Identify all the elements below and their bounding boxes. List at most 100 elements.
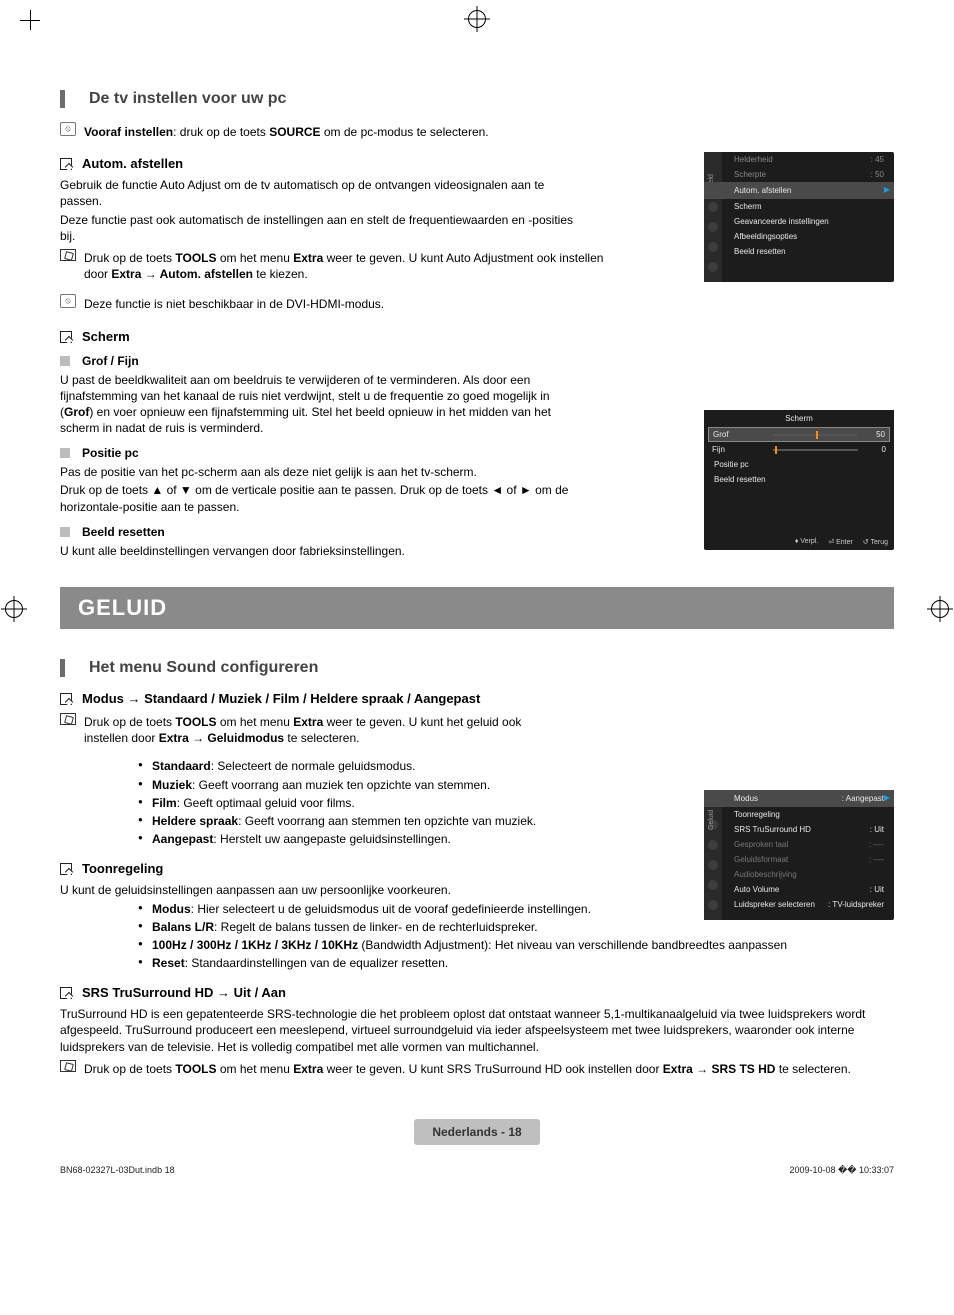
tv-row-selected: Modus: Aangepast [704,790,894,807]
tv-row: Scherm [704,199,894,214]
heading-text: De tv instellen voor uw pc [89,90,286,108]
tv-side-icon [708,242,718,252]
tv-menu-beeld: Beeld Helderheid: 45 Scherpte: 50 Autom.… [704,152,894,282]
crop-mark-top-left [20,10,50,40]
slider-track [773,449,858,451]
tv-slider-fijn: Fijn 0 [704,442,894,457]
tv-side-label: Geluid [708,820,718,830]
list-item: Reset: Standaardinstellingen van de equa… [138,955,894,971]
tv-side-icons: Beeld [704,152,722,282]
section-banner-geluid: GELUID [60,587,894,629]
tv-dialog-title: Scherm [704,410,894,427]
note-modus-tools-text: Druk op de toets TOOLS om het menu Extra… [84,714,564,746]
list-item: Standaard: Selecteert de normale geluids… [138,758,894,774]
tv-row: Geluidsformaat: ---- [704,852,894,867]
note-modus-tools: Druk op de toets TOOLS om het menu Extra… [60,712,894,748]
tv-side-icon [708,202,718,212]
tv-footer-hints: ♦ Verpl. ⏎ Enter ↺ Terug [795,538,888,546]
heading-sound-config: Het menu Sound configureren [60,659,894,677]
tv-row: Beeld resetten [704,472,894,487]
doc-footer-left: BN68-02327L-03Dut.indb 18 [60,1165,175,1176]
page-footer: Nederlands - 18 [60,1119,894,1145]
section-title: Autom. afstellen [82,156,183,171]
note-icon: ⦸ [60,294,76,308]
tv-side-icon [708,860,718,870]
tools-icon [60,713,76,725]
q-bullet-icon [60,863,72,875]
srs-p: TruSurround HD is een gepatenteerde SRS-… [60,1006,894,1055]
tv-row: Scherpte: 50 [704,167,894,182]
subsection-title: Grof / Fijn [82,354,139,368]
hint-enter: ⏎ Enter [828,538,853,546]
registration-mark-left [5,600,23,618]
q-bullet-icon [60,987,72,999]
hint-move: ♦ Verpl. [795,538,818,546]
tv-menu-geluid: Geluid Modus: Aangepast Toonregeling SRS… [704,790,894,920]
tv-slider-grof: Grof 50 [708,427,890,442]
subsection-title: Beeld resetten [82,525,165,539]
tv-row: Luidspreker selecteren: TV-luidspreker [704,897,894,912]
q-bullet-icon [60,331,72,343]
slider-track [774,434,857,436]
document-footer: BN68-02327L-03Dut.indb 18 2009-10-08 �� … [60,1165,894,1176]
registration-mark-right [931,600,949,618]
note-preset: ⦸ Vooraf instellen: druk op de toets SOU… [60,122,894,142]
note-icon: ⦸ [60,122,76,136]
tv-side-icon [708,840,718,850]
heading-pc-setup: De tv instellen voor uw pc [60,90,894,108]
section-title: Scherm [82,329,130,344]
page-number-badge: Nederlands - 18 [414,1119,539,1145]
positie-p1: Pas de positie van het pc-scherm aan als… [60,464,580,480]
tv-row: Helderheid: 45 [704,152,894,167]
tv-side-icon [708,222,718,232]
list-item: Balans L/R: Regelt de balans tussen de l… [138,919,894,935]
tools-icon [60,1060,76,1072]
tv-row: Geavanceerde instellingen [704,214,894,229]
note-dvi-hdmi: ⦸ Deze functie is niet beschikbaar in de… [60,294,894,314]
note-dvi-hdmi-text: Deze functie is niet beschikbaar in de D… [84,296,384,312]
note-srs-tools-text: Druk op de toets TOOLS om het menu Extra… [84,1061,851,1077]
tv-menu-scherm: Scherm Grof 50 Fijn 0 Positie pc Beeld r… [704,410,894,550]
tv-side-icon [708,900,718,910]
tv-row: Toonregeling [704,807,894,822]
tv-row: Afbeeldingsopties [704,229,894,244]
heading-text: Het menu Sound configureren [89,659,318,677]
autom-p1: Gebruik de functie Auto Adjust om de tv … [60,177,580,209]
heading-accent-bar [60,659,65,677]
tv-row-selected: Autom. afstellen [704,182,894,199]
hint-return: ↺ Terug [863,538,888,546]
subsection-title: Positie pc [82,446,139,460]
autom-p2: Deze functie past ook automatisch de ins… [60,212,580,244]
tools-icon [60,249,76,261]
section-srs: SRS TruSurround HD → Uit / Aan [60,985,894,1000]
q-bullet-icon [60,158,72,170]
heading-accent-bar [60,90,65,108]
square-bullet-icon [60,356,70,366]
tv-row: Audiobeschrijving [704,867,894,882]
section-title: Toonregeling [82,861,163,876]
tv-row: Auto Volume: Uit [704,882,894,897]
section-title: SRS TruSurround HD → Uit / Aan [82,985,286,1000]
tv-row: Beeld resetten [704,244,894,259]
doc-footer-right: 2009-10-08 �� 10:33:07 [789,1165,894,1176]
registration-mark-top [468,10,486,28]
square-bullet-icon [60,448,70,458]
q-bullet-icon [60,693,72,705]
tv-side-icon [708,262,718,272]
tv-side-icon [708,880,718,890]
section-scherm: Scherm [60,329,894,344]
section-modus: Modus → Standaard / Muziek / Film / Held… [60,691,894,706]
grof-p: U past de beeldkwaliteit aan om beeldrui… [60,372,580,437]
tv-row: Gesproken taal: ---- [704,837,894,852]
note-autom-tools-text: Druk op de toets TOOLS om het menu Extra… [84,250,604,282]
square-bullet-icon [60,527,70,537]
tv-row: Positie pc [704,457,894,472]
subsection-grof-fijn: Grof / Fijn [60,354,894,368]
tv-side-icons: Geluid [704,790,722,920]
positie-p2: Druk op de toets ▲ of ▼ om de verticale … [60,482,580,514]
note-preset-text: Vooraf instellen: druk op de toets SOURC… [84,124,489,140]
section-title: Modus → Standaard / Muziek / Film / Held… [82,691,480,706]
tv-row: SRS TruSurround HD: Uit [704,822,894,837]
list-item: 100Hz / 300Hz / 1KHz / 3KHz / 10KHz (Ban… [138,937,894,953]
note-srs-tools: Druk op de toets TOOLS om het menu Extra… [60,1059,894,1079]
